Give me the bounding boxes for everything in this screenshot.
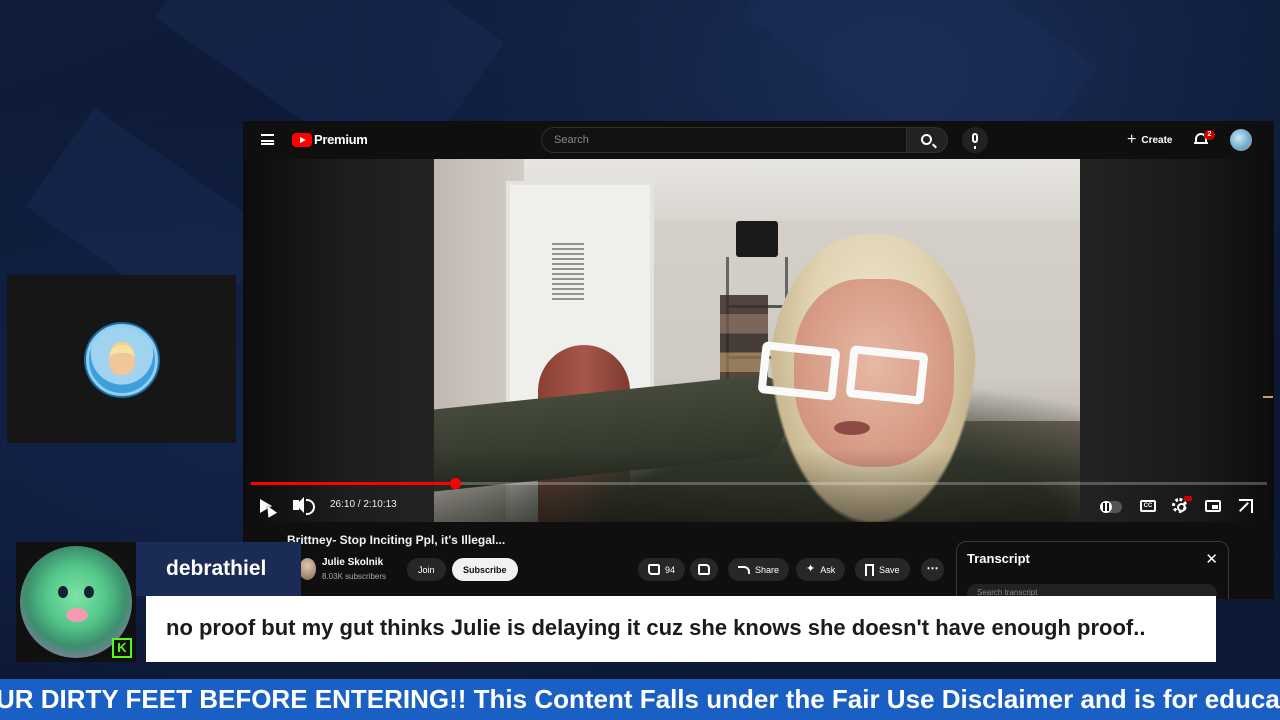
save-button[interactable]: Save — [855, 558, 910, 581]
chat-message-box: no proof but my gut thinks Julie is dela… — [146, 596, 1216, 662]
video-player[interactable]: 26:10 / 2:10:13 CC — [243, 159, 1274, 522]
youtube-window: Premium Search + Create 2 26:10 / 2:10:1… — [243, 121, 1274, 604]
create-button[interactable]: + Create — [1119, 129, 1183, 151]
menu-icon[interactable] — [261, 134, 274, 145]
create-label: Create — [1141, 134, 1173, 146]
share-button[interactable]: Share — [728, 558, 790, 581]
like-button[interactable]: 94 — [638, 558, 686, 581]
share-icon — [738, 565, 750, 574]
like-icon — [648, 564, 660, 575]
time-display: 26:10 / 2:10:13 — [330, 499, 397, 510]
captions-icon[interactable]: CC — [1140, 500, 1156, 512]
account-avatar[interactable] — [1230, 129, 1252, 151]
player-controls: 26:10 / 2:10:13 CC — [243, 491, 1274, 521]
search-button[interactable] — [906, 127, 948, 153]
dislike-icon — [698, 564, 710, 575]
chat-username: debrathiel — [166, 557, 267, 580]
streamer-logo — [86, 324, 158, 396]
search-icon — [921, 134, 932, 145]
search-input[interactable]: Search — [541, 127, 907, 153]
subscribe-button[interactable]: Subscribe — [452, 558, 518, 581]
video-frame — [434, 159, 1080, 522]
progress-bar[interactable] — [251, 478, 1267, 489]
join-button[interactable]: Join — [407, 558, 446, 581]
chat-message: no proof but my gut thinks Julie is dela… — [166, 615, 1146, 640]
close-icon[interactable]: ✕ — [1205, 550, 1218, 568]
miniplayer-icon[interactable] — [1205, 500, 1221, 512]
share-label: Share — [755, 564, 780, 575]
voice-search-button[interactable] — [962, 127, 988, 153]
subscriber-count: 8.03K subscribers — [322, 572, 387, 581]
platform-badge: K — [112, 638, 132, 658]
chat-avatar-frame: K — [16, 542, 136, 662]
transcript-title: Transcript — [967, 551, 1030, 566]
edge-marker — [1263, 396, 1273, 398]
hd-badge — [1184, 496, 1192, 501]
youtube-brand[interactable]: Premium — [314, 132, 368, 147]
dislike-button[interactable] — [690, 558, 718, 581]
volume-icon[interactable] — [293, 497, 315, 515]
save-icon — [865, 563, 874, 576]
like-count: 94 — [665, 564, 676, 575]
plus-icon: + — [1127, 131, 1137, 148]
notification-badge: 2 — [1204, 130, 1215, 140]
youtube-header: Premium Search + Create 2 — [243, 121, 1274, 159]
ask-button[interactable]: ✦ Ask — [796, 558, 846, 581]
transcript-panel: Transcript ✕ Search transcript — [956, 541, 1229, 604]
progress-fill — [251, 482, 456, 485]
fullscreen-icon[interactable] — [1239, 499, 1253, 513]
ask-sparkle-icon: ✦ — [806, 563, 816, 575]
mic-icon — [972, 133, 978, 149]
ticker-text: UR DIRTY FEET BEFORE ENTERING!! This Con… — [0, 684, 1280, 714]
save-label: Save — [879, 564, 900, 575]
chat-username-box: debrathiel — [136, 542, 301, 596]
ask-label: Ask — [820, 564, 836, 575]
youtube-logo-icon[interactable] — [292, 133, 312, 147]
channel-avatar[interactable] — [299, 558, 316, 580]
ticker-bar: UR DIRTY FEET BEFORE ENTERING!! This Con… — [0, 679, 1280, 720]
video-title: Brittney- Stop Inciting Ppl, it's Illega… — [287, 533, 506, 547]
channel-name[interactable]: Julie Skolnik — [322, 557, 383, 568]
autoplay-toggle-icon[interactable] — [1100, 501, 1122, 513]
more-icon[interactable]: ⋯ — [921, 558, 944, 581]
